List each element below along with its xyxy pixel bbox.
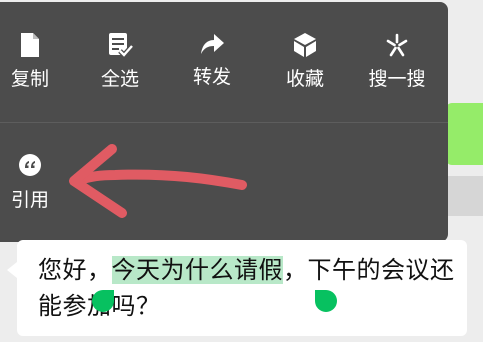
menu-item-label: 搜一搜 — [368, 68, 426, 90]
background-strip — [446, 176, 483, 216]
menu-item-label: 引用 — [10, 189, 49, 211]
document-icon — [16, 32, 44, 58]
search-sparkle-icon — [383, 32, 411, 58]
menu-item-favorite[interactable]: 收藏 — [265, 2, 345, 90]
menu-item-copy[interactable]: 复制 — [0, 2, 70, 90]
menu-item-label: 转发 — [192, 66, 231, 88]
menu-item-search[interactable]: 搜一搜 — [357, 2, 437, 90]
menu-item-label: 收藏 — [285, 68, 324, 90]
menu-divider — [0, 122, 448, 123]
quote-icon — [16, 151, 44, 179]
selection-handle-start[interactable] — [92, 290, 114, 312]
annotation-arrow-icon — [69, 144, 247, 218]
message-text-before: 您好， — [38, 256, 112, 284]
selection-handle-end[interactable] — [315, 290, 337, 312]
select-all-icon — [106, 32, 134, 58]
favorite-cube-icon — [291, 32, 319, 58]
menu-item-select-all[interactable]: 全选 — [80, 2, 160, 90]
menu-item-label: 全选 — [100, 68, 139, 90]
message-text[interactable]: 您好，今天为什么请假，下午的会议还能参加吗？ — [38, 252, 458, 324]
bubble-tail — [7, 262, 17, 278]
menu-item-forward[interactable]: 转发 — [172, 2, 252, 88]
forward-icon — [198, 32, 226, 56]
background-sent-bubble — [446, 103, 483, 165]
menu-item-label: 复制 — [10, 68, 49, 90]
selected-text[interactable]: 今天为什么请假 — [111, 256, 283, 284]
